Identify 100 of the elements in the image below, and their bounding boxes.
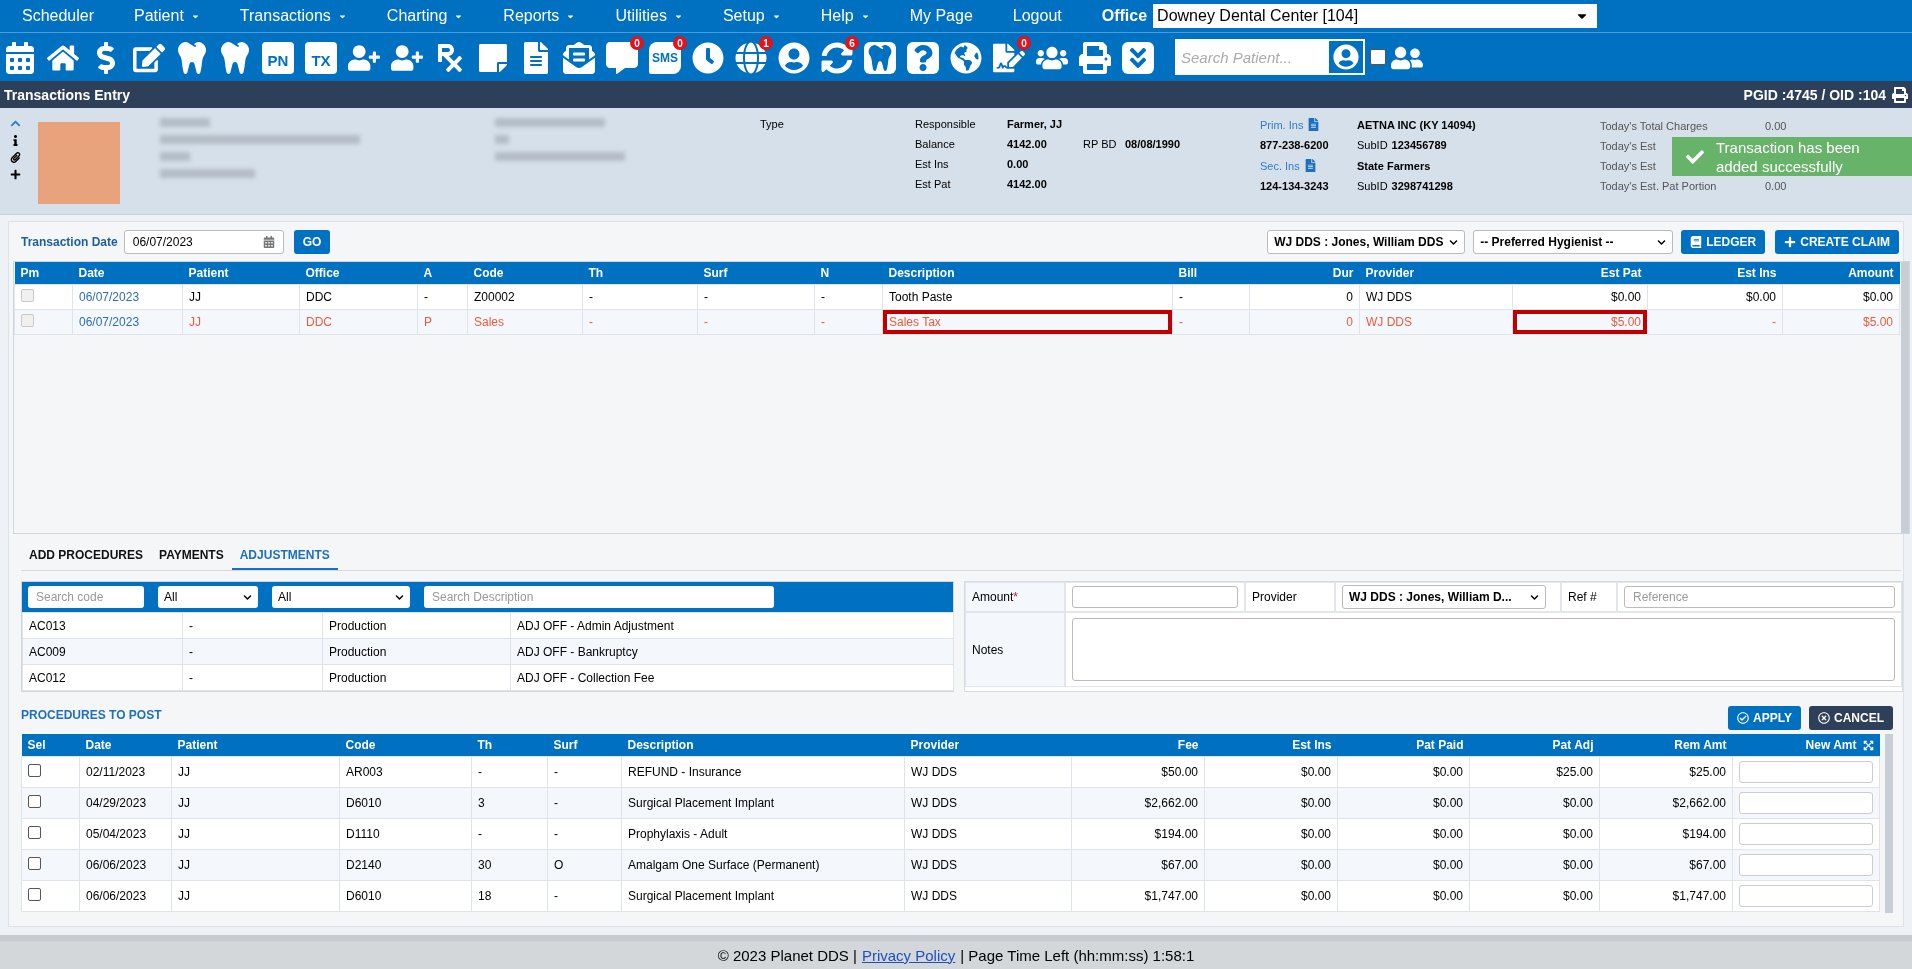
table-cell: $1,747.00 xyxy=(1599,880,1733,911)
account-label: Responsible xyxy=(915,118,976,130)
table-cell[interactable]: - xyxy=(182,664,323,691)
menu-item[interactable]: Scheduler xyxy=(22,7,95,25)
tab[interactable]: ADJUSTMENTS xyxy=(231,548,338,570)
table-cell[interactable]: AC012 xyxy=(22,664,183,691)
code-search-field[interactable]: Search code xyxy=(28,586,144,608)
menu-item[interactable]: Utilities xyxy=(615,7,683,25)
provider-select[interactable]: WJ DDS : Jones, William DDS xyxy=(1267,230,1466,254)
create-claim-button[interactable]: CREATE CLAIM xyxy=(1775,230,1899,254)
printer-icon[interactable] xyxy=(1892,86,1908,103)
table-cell[interactable]: - xyxy=(182,638,323,665)
tab[interactable]: ADD PROCEDURES xyxy=(21,548,151,570)
patient-search-field[interactable]: Search Patient... xyxy=(1175,39,1327,75)
table-cell[interactable]: - xyxy=(182,612,323,639)
session-timer-text: | Page Time Left (hh:mm:ss) 1:58:1 xyxy=(960,946,1195,964)
check-icon xyxy=(1686,147,1704,166)
insurance-link[interactable]: Prim. Ins xyxy=(1260,118,1304,131)
hygienist-select[interactable]: -- Preferred Hygienist -- xyxy=(1473,230,1674,254)
table-cell: D1110 xyxy=(339,818,472,849)
account-label: RP BD xyxy=(1083,138,1117,150)
apply-button[interactable]: APPLY xyxy=(1728,706,1801,730)
office-select[interactable]: Downey Dental Center [104] xyxy=(1153,4,1598,28)
expand-icon[interactable] xyxy=(1862,740,1874,752)
checkbox[interactable] xyxy=(28,794,41,808)
ledger-button[interactable]: LEDGER xyxy=(1681,230,1766,254)
tab[interactable]: PAYMENTS xyxy=(151,548,232,570)
copyright-text: © 2023 Planet DDS | xyxy=(717,946,857,964)
subid-value: 123456789 xyxy=(1391,139,1447,151)
table-cell[interactable]: 06/07/2023 xyxy=(72,284,183,309)
menu-item[interactable]: Charting xyxy=(386,7,464,25)
column-header: Sel xyxy=(21,734,80,756)
table-cell: $0.00 xyxy=(1469,818,1600,849)
new-amount-field[interactable] xyxy=(1739,884,1873,907)
column-header: Surf xyxy=(697,262,815,284)
cancel-button[interactable]: CANCEL xyxy=(1809,706,1893,730)
table-cell: $0.00 xyxy=(1204,880,1338,911)
table-cell: $0.00 xyxy=(1469,849,1600,880)
user-search-button[interactable] xyxy=(1327,39,1365,75)
new-amount-field[interactable] xyxy=(1739,791,1873,814)
column-header: Date xyxy=(79,734,172,756)
paperclip-icon[interactable] xyxy=(10,152,21,163)
document-icon[interactable] xyxy=(1307,118,1321,131)
description-search-field[interactable]: Search Description xyxy=(424,586,774,608)
table-cell[interactable]: ADJ OFF - Collection Fee xyxy=(510,664,954,691)
plus-icon[interactable] xyxy=(10,169,21,180)
document-icon[interactable] xyxy=(1303,159,1317,172)
office-label: Office xyxy=(1101,7,1148,25)
column-header: Dur xyxy=(1249,262,1360,284)
chevron-up-icon[interactable] xyxy=(10,118,21,129)
menu-item[interactable]: Patient xyxy=(134,7,200,25)
menu-item[interactable]: My Page xyxy=(909,7,973,25)
amount-label: Amount xyxy=(972,590,1014,604)
notes-field[interactable] xyxy=(1072,618,1895,681)
table-cell[interactable]: ADJ OFF - Admin Adjustment xyxy=(510,612,954,639)
checkbox[interactable] xyxy=(28,825,41,839)
account-value: 4142.00 xyxy=(1007,138,1048,150)
menu-item[interactable]: Setup xyxy=(722,7,781,25)
new-amount-field[interactable] xyxy=(1739,822,1873,845)
menu-item[interactable]: Reports xyxy=(503,7,576,25)
insurance-link[interactable]: Sec. Ins xyxy=(1260,159,1300,172)
subid-label: SubID xyxy=(1357,139,1388,151)
calendar-icon[interactable] xyxy=(262,236,275,248)
provider-select[interactable]: WJ DDS : Jones, William D... xyxy=(1342,585,1546,609)
type-label: Type xyxy=(760,118,784,130)
checkbox[interactable] xyxy=(28,763,41,777)
reference-field[interactable]: Reference xyxy=(1624,586,1895,608)
column-header: Amount xyxy=(1782,262,1900,284)
table-cell: JJ xyxy=(182,284,300,309)
checkbox[interactable] xyxy=(1370,49,1386,65)
privacy-policy-link[interactable]: Privacy Policy xyxy=(861,946,956,964)
menu-item[interactable]: Logout xyxy=(1012,7,1062,25)
table-cell: $0.00 xyxy=(1204,849,1338,880)
insurance-phone: 877-238-6200 xyxy=(1260,139,1330,151)
table-cell[interactable]: AC013 xyxy=(22,612,183,639)
new-amount-field[interactable] xyxy=(1739,853,1873,876)
go-button[interactable]: GO xyxy=(293,230,331,254)
menu-item[interactable]: Transactions xyxy=(239,7,347,25)
table-cell: $0.00 xyxy=(1204,818,1338,849)
filter-select[interactable]: All xyxy=(158,586,258,608)
table-cell[interactable]: Production xyxy=(322,638,511,665)
column-header: N xyxy=(814,262,883,284)
table-cell: JJ xyxy=(171,756,340,787)
table-cell[interactable]: AC009 xyxy=(22,638,183,665)
menu-item[interactable]: Help xyxy=(820,7,870,25)
date-field[interactable]: 06/07/2023 xyxy=(123,230,284,254)
filter-select[interactable]: All xyxy=(272,586,410,608)
table-cell[interactable]: 06/07/2023 xyxy=(72,309,183,334)
info-icon[interactable] xyxy=(10,135,21,146)
table-cell: - xyxy=(814,284,883,309)
checkbox[interactable] xyxy=(28,887,41,901)
table-cell[interactable]: ADJ OFF - Bankruptcy xyxy=(510,638,954,665)
table-cell: 04/29/2023 xyxy=(79,787,172,818)
table-cell: DDC xyxy=(299,284,418,309)
table-cell[interactable]: Production xyxy=(322,664,511,691)
new-amount-field[interactable] xyxy=(1739,760,1873,783)
amount-field[interactable] xyxy=(1072,586,1238,608)
table-cell[interactable]: Production xyxy=(322,612,511,639)
column-header: Est Ins xyxy=(1204,734,1338,756)
checkbox[interactable] xyxy=(28,856,41,870)
